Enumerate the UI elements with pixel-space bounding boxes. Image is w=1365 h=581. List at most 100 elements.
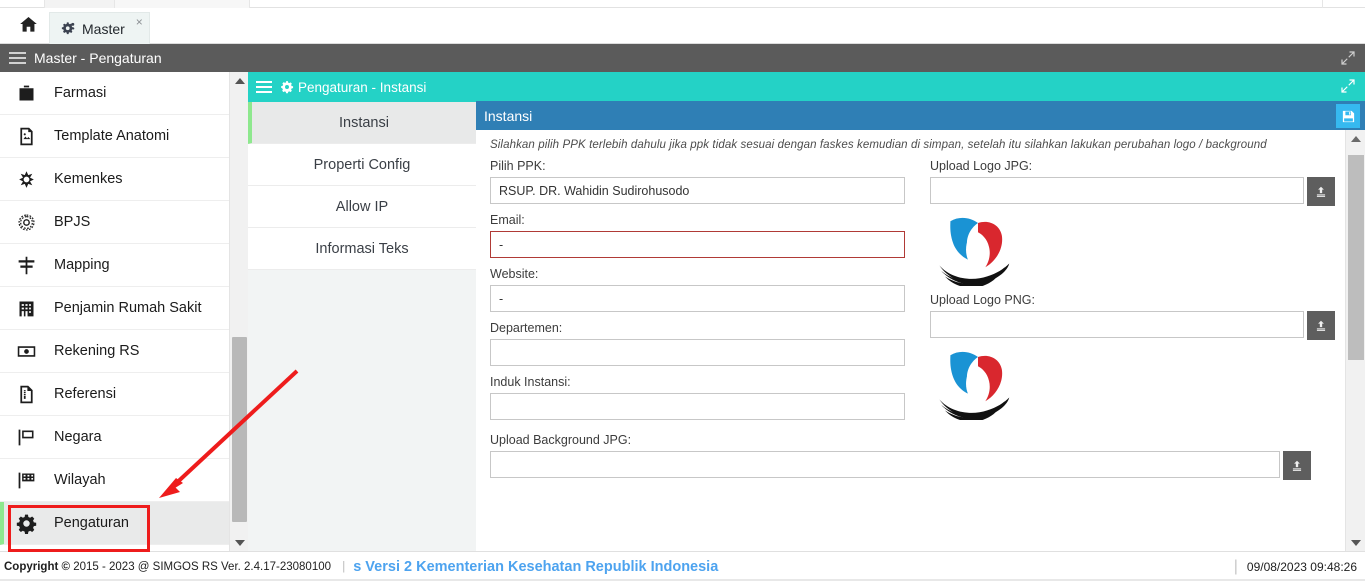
- induk-instansi-input[interactable]: [490, 393, 905, 420]
- page-title: Master - Pengaturan: [34, 50, 162, 66]
- scroll-down-icon[interactable]: [230, 534, 249, 551]
- expand-arrows-icon[interactable]: [1339, 77, 1357, 95]
- footer-timestamp: 09/08/2023 09:48:26: [1246, 559, 1357, 574]
- form-group-email: Email:: [490, 213, 918, 258]
- submenu-panel: Pengaturan - Instansi Instansi Properti C…: [248, 72, 476, 551]
- chrome-cell-3: [115, 0, 250, 8]
- submenu-list[interactable]: Instansi Properti Config Allow IP Informasi…: [248, 102, 476, 270]
- copyright-symbol-icon: ©: [61, 560, 70, 573]
- content-teal-bar: [476, 72, 1365, 101]
- content-scrollbar-thumb[interactable]: [1348, 155, 1364, 360]
- form-group-departemen: Departemen:: [490, 321, 918, 366]
- upload-row: [490, 451, 1331, 480]
- content-scrollbar[interactable]: [1345, 130, 1365, 551]
- copyright-text: Copyright © 2015 - 2023 @ SIMGOS RS Ver.…: [4, 561, 353, 573]
- sidebar-item-label: Wilayah: [54, 472, 106, 488]
- field-label: Upload Logo PNG:: [930, 293, 1035, 307]
- sidebar-item-bpjs[interactable]: BPJS: [0, 201, 247, 244]
- signpost-icon: [16, 253, 46, 277]
- pilih-ppk-input[interactable]: [490, 177, 905, 204]
- submenu-title: Pengaturan - Instansi: [298, 79, 427, 95]
- sidebar-scrollbar-thumb[interactable]: [232, 337, 247, 522]
- upload-button[interactable]: [1307, 311, 1335, 340]
- sidebar[interactable]: Farmasi Template Anatomi Kemenkes BPJS Mappi…: [0, 72, 248, 551]
- sidebar-item-referensi[interactable]: Referensi: [0, 373, 247, 416]
- sidebar-item-label: Template Anatomi: [54, 128, 170, 144]
- app-header: Master - Pengaturan: [0, 44, 1365, 72]
- submenu-header: Pengaturan - Instansi: [248, 72, 476, 102]
- scroll-down-icon[interactable]: [1346, 534, 1365, 551]
- first-aid-kit-icon: [16, 81, 46, 105]
- field-label: Pilih PPK:: [490, 159, 546, 173]
- email-input[interactable]: [490, 231, 905, 258]
- sidebar-item-penjamin-rumah-sakit[interactable]: Penjamin Rumah Sakit: [0, 287, 247, 330]
- form-group-upload-logo-png: Upload Logo PNG:: [930, 293, 1345, 422]
- sidebar-item-label: Farmasi: [54, 85, 107, 101]
- bpjs-gear-icon: [16, 210, 46, 234]
- form-group-induk-instansi: Induk Instansi:: [490, 375, 918, 420]
- gear-icon: [280, 80, 294, 94]
- sidebar-item-label: Kemenkes: [54, 171, 123, 187]
- upload-icon: [1290, 459, 1304, 473]
- close-icon[interactable]: ×: [136, 16, 143, 28]
- sidebar-item-label: Rekening RS: [54, 343, 140, 359]
- chrome-cell-2: [45, 0, 115, 8]
- upload-icon: [1314, 319, 1328, 333]
- tab-master[interactable]: Master ×: [49, 12, 150, 44]
- home-button[interactable]: [12, 13, 44, 41]
- checkered-flag-icon: [16, 468, 46, 492]
- image-file-icon: [16, 124, 46, 148]
- banknote-icon: [16, 339, 46, 363]
- gears-icon: [60, 21, 76, 37]
- scroll-up-icon[interactable]: [230, 72, 249, 89]
- sidebar-item-mapping[interactable]: Mapping: [0, 244, 247, 287]
- field-label: Upload Logo JPG:: [930, 159, 1033, 173]
- sidebar-item-kemenkes[interactable]: Kemenkes: [0, 158, 247, 201]
- document-icon: [16, 382, 46, 406]
- chrome-cell-1: [0, 0, 45, 8]
- sidebar-item-farmasi[interactable]: Farmasi: [0, 72, 247, 115]
- departemen-input[interactable]: [490, 339, 905, 366]
- upload-logo-jpg-input[interactable]: [930, 177, 1304, 204]
- footer-separator-right: |: [1233, 557, 1238, 575]
- content-panel: Instansi Silahkan pilih PPK terlebih dah…: [476, 72, 1365, 551]
- submenu-item-instansi[interactable]: Instansi: [248, 102, 476, 144]
- tab-bar: Master ×: [0, 9, 1365, 44]
- form-group-website: Website:: [490, 267, 918, 312]
- form-group-pilih-ppk: Pilih PPK:: [490, 159, 918, 204]
- footer-blue-text: s Versi 2 Kementerian Kesehatan Republik…: [353, 558, 719, 575]
- sidebar-item-template-anatomi[interactable]: Template Anatomi: [0, 115, 247, 158]
- form-column-left: Pilih PPK: Email: Website: Departemen: Induk…: [490, 159, 918, 429]
- upload-row: [930, 311, 1345, 340]
- kemenkes-logo-icon: [16, 167, 46, 191]
- flag-icon: [16, 425, 46, 449]
- hospital-logo-preview: [939, 351, 1010, 422]
- field-label: Email:: [490, 213, 525, 227]
- footer-separator: |: [342, 560, 346, 573]
- instruction-note: Silahkan pilih PPK terlebih dahulu jika …: [490, 139, 1267, 151]
- sidebar-item-negara[interactable]: Negara: [0, 416, 247, 459]
- submenu-item-allow-ip[interactable]: Allow IP: [248, 186, 476, 228]
- gear-icon: [16, 511, 46, 535]
- upload-logo-png-input[interactable]: [930, 311, 1304, 338]
- upload-icon: [1314, 185, 1328, 199]
- upload-background-jpg-input[interactable]: [490, 451, 1280, 478]
- home-icon: [19, 15, 38, 39]
- save-button[interactable]: [1336, 104, 1360, 128]
- hamburger-icon[interactable]: [0, 52, 34, 64]
- field-label: Website:: [490, 267, 539, 281]
- upload-button[interactable]: [1283, 451, 1311, 480]
- sidebar-item-wilayah[interactable]: Wilayah: [0, 459, 247, 502]
- expand-arrows-icon[interactable]: [1339, 49, 1357, 67]
- scroll-up-icon[interactable]: [1346, 130, 1365, 147]
- sidebar-item-label: Referensi: [54, 386, 117, 402]
- sidebar-scrollbar[interactable]: [229, 72, 248, 551]
- field-label: Induk Instansi:: [490, 375, 571, 389]
- sidebar-item-pengaturan[interactable]: Pengaturan: [0, 502, 247, 545]
- website-input[interactable]: [490, 285, 905, 312]
- hamburger-icon[interactable]: [248, 81, 280, 93]
- upload-button[interactable]: [1307, 177, 1335, 206]
- submenu-item-informasi-teks[interactable]: Informasi Teks: [248, 228, 476, 270]
- sidebar-item-rekening-rs[interactable]: Rekening RS: [0, 330, 247, 373]
- submenu-item-properti-config[interactable]: Properti Config: [248, 144, 476, 186]
